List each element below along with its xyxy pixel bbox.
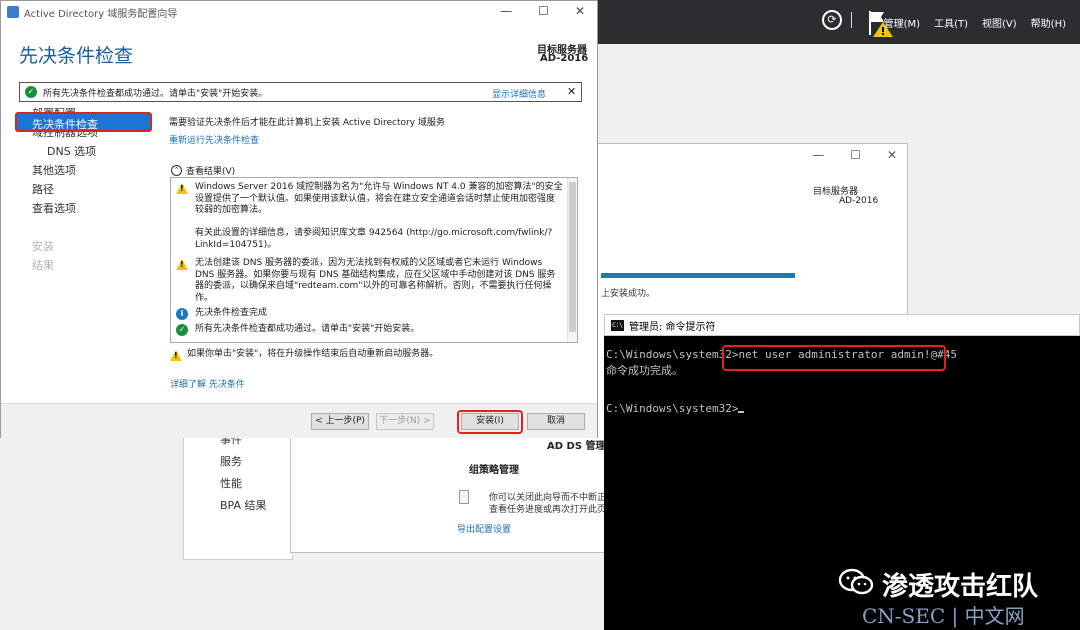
cmd-title: 管理员: 命令提示符 xyxy=(629,321,716,333)
wizard-footer: < 上一步(P) 下一步(N) > 安装(I) 取消 xyxy=(1,403,597,438)
app-icon xyxy=(7,6,19,18)
nav-item-install: 安装 xyxy=(32,240,54,253)
minimize-icon[interactable]: — xyxy=(500,4,512,18)
banner-close-icon[interactable]: ✕ xyxy=(567,85,576,98)
success-check-icon: ✓ xyxy=(176,324,188,336)
success-check-icon: ✓ xyxy=(25,86,37,98)
cmd-cursor xyxy=(738,411,745,413)
info-icon: i xyxy=(176,308,188,320)
server-manager-menu: 管理(M) 工具(T) 视图(V) 帮助(H) xyxy=(884,0,1080,44)
menu-tools[interactable]: 工具(T) xyxy=(934,15,968,30)
status-banner: ✓ 所有先决条件检查都成功通过。请单击"安装"开始安装。 显示详细信息 ✕ xyxy=(19,82,582,102)
window-controls: — ☐ ✕ xyxy=(500,4,585,18)
scrollbar-thumb[interactable] xyxy=(569,182,576,332)
close-icon[interactable]: ✕ xyxy=(575,4,585,18)
export-settings-link[interactable]: 导出配置设置 xyxy=(457,522,511,535)
result-text: Windows Server 2016 域控制器为名为"允许与 Windows … xyxy=(195,182,563,250)
progress-status-text: 上安装成功。 xyxy=(601,289,656,299)
window-controls: — ☐ ✕ xyxy=(812,148,897,162)
info-text-line2: 查看任务进度或再次打开此页 xyxy=(489,505,607,515)
group-policy-label: 组策略管理 xyxy=(469,465,519,476)
toolbar-divider xyxy=(851,12,852,28)
warning-icon xyxy=(176,183,188,194)
view-results-toggle[interactable]: ⌃ 查看结果(V) xyxy=(171,164,235,177)
cmd-prompt-text: C:\Windows\system32> xyxy=(606,402,739,415)
nav-item-prerequisites[interactable]: 先决条件检查 xyxy=(15,112,152,132)
previous-button[interactable]: < 上一步(P) xyxy=(311,413,369,430)
result-text: 先决条件检查完成 xyxy=(195,308,268,318)
result-item: Windows Server 2016 域控制器为名为"允许与 Windows … xyxy=(176,182,563,251)
cmd-line-result: 命令成功完成。 xyxy=(606,364,683,377)
show-details-link[interactable]: 显示详细信息 xyxy=(492,87,546,100)
cancel-button[interactable]: 取消 xyxy=(527,413,585,430)
warning-icon xyxy=(170,350,182,361)
banner-text: 所有先决条件检查都成功通过。请单击"安装"开始安装。 xyxy=(43,88,268,99)
result-item: i 先决条件检查完成 xyxy=(176,308,267,320)
info-flag-icon xyxy=(459,490,469,504)
tile-item-services[interactable]: 服务 xyxy=(220,453,242,469)
command-highlight-box xyxy=(722,345,946,371)
page-description: 需要验证先决条件后才能在此计算机上安装 Active Directory 域服务 xyxy=(169,118,445,128)
next-button: 下一步(N) > xyxy=(376,413,434,430)
menu-help[interactable]: 帮助(H) xyxy=(1031,15,1066,30)
menu-manage[interactable]: 管理(M) xyxy=(884,15,920,30)
result-item: ✓ 所有先决条件检查都成功通过。请单击"安装"开始安装。 xyxy=(176,324,419,336)
adds-config-wizard: Active Directory 域服务配置向导 — ☐ ✕ 先决条件检查 目标… xyxy=(0,0,598,438)
maximize-icon[interactable]: ☐ xyxy=(850,148,861,162)
nav-item-review[interactable]: 查看选项 xyxy=(32,200,76,216)
minimize-icon[interactable]: — xyxy=(812,148,824,162)
restart-warning-text: 如果你单击"安装"，将在升级操作结束后自动重新启动服务器。 xyxy=(187,349,439,360)
close-icon[interactable]: ✕ xyxy=(887,148,897,162)
view-results-label: 查看结果(V) xyxy=(186,167,236,177)
window-title: Active Directory 域服务配置向导 xyxy=(24,8,178,20)
target-server-value: AD-2016 xyxy=(839,196,879,206)
results-list[interactable]: Windows Server 2016 域控制器为名为"允许与 Windows … xyxy=(170,177,578,343)
nav-item-additional-options[interactable]: 其他选项 xyxy=(32,162,76,178)
restart-warning: 如果你单击"安装"，将在升级操作结束后自动重新启动服务器。 xyxy=(170,349,438,361)
result-text: 无法创建该 DNS 服务器的委派，因为无法找到有权威的父区域或者它未运行 Win… xyxy=(195,258,556,303)
wechat-logo-icon xyxy=(838,568,874,595)
cmd-titlebar[interactable]: C:\ 管理员: 命令提示符 xyxy=(604,314,1080,336)
nav-item-paths[interactable]: 路径 xyxy=(32,181,54,197)
wizard-titlebar[interactable]: Active Directory 域服务配置向导 — ☐ ✕ xyxy=(1,1,597,23)
results-scrollbar[interactable] xyxy=(567,178,577,342)
result-text: 所有先决条件检查都成功通过。请单击"安装"开始安装。 xyxy=(195,324,420,334)
watermark-title: 渗透攻击红队 xyxy=(882,572,1039,602)
nav-item-dns-options[interactable]: DNS 选项 xyxy=(47,143,96,159)
nav-item-results: 结果 xyxy=(32,259,54,272)
page-title: 先决条件检查 xyxy=(19,45,134,67)
cmd-icon: C:\ xyxy=(611,319,624,331)
install-progress-bar xyxy=(601,273,795,278)
watermark-site: CN-SEC | 中文网 xyxy=(862,604,1025,628)
refresh-icon[interactable]: ⟳ xyxy=(822,10,842,30)
rerun-check-link[interactable]: 重新运行先决条件检查 xyxy=(169,133,259,146)
menu-view[interactable]: 视图(V) xyxy=(982,15,1017,30)
target-server-value: AD-2016 xyxy=(540,53,589,64)
chevron-up-icon: ⌃ xyxy=(171,165,182,176)
dashboard-tile: 事件 服务 性能 BPA 结果 xyxy=(183,420,293,560)
learn-more-link[interactable]: 详细了解 先决条件 xyxy=(170,377,245,390)
nav-item-label: 先决条件检查 xyxy=(32,118,98,131)
tile-item-bpa[interactable]: BPA 结果 xyxy=(220,497,267,513)
install-highlight-box xyxy=(457,410,523,434)
result-item: 无法创建该 DNS 服务器的委派，因为无法找到有权威的父区域或者它未运行 Win… xyxy=(176,258,555,304)
maximize-icon[interactable]: ☐ xyxy=(538,4,549,18)
tile-item-performance[interactable]: 性能 xyxy=(220,475,242,491)
cmd-line-prompt: C:\Windows\system32> xyxy=(606,402,745,415)
warning-icon xyxy=(176,259,188,270)
